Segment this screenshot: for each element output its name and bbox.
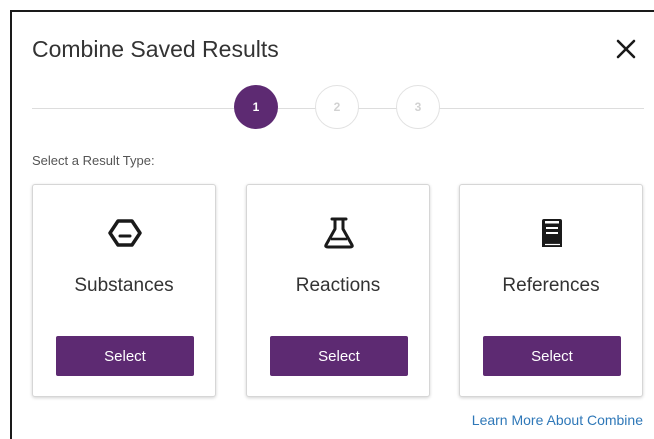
close-button[interactable]	[613, 36, 639, 62]
card-label-substances: Substances	[74, 275, 174, 296]
document-icon	[542, 219, 562, 247]
step-2: 2	[315, 85, 359, 129]
result-type-prompt: Select a Result Type:	[32, 153, 155, 168]
select-reactions-button[interactable]: Select	[270, 336, 408, 376]
card-substances: Substances Select	[32, 184, 216, 397]
step-3: 3	[396, 85, 440, 129]
learn-more-link[interactable]: Learn More About Combine	[472, 412, 643, 428]
step-1: 1	[234, 85, 278, 129]
flask-icon	[324, 217, 354, 249]
card-label-reactions: Reactions	[295, 275, 381, 296]
step-progress: 1 2 3	[32, 84, 644, 132]
select-references-button[interactable]: Select	[483, 336, 621, 376]
card-references: References Select	[459, 184, 643, 397]
hexagon-icon	[108, 219, 142, 247]
close-icon	[616, 39, 636, 59]
dialog-title: Combine Saved Results	[32, 36, 279, 62]
card-label-references: References	[502, 275, 600, 296]
card-reactions: Reactions Select	[246, 184, 430, 397]
select-substances-button[interactable]: Select	[56, 336, 194, 376]
combine-saved-results-dialog: Combine Saved Results 1 2 3 Select a Res…	[10, 10, 654, 439]
